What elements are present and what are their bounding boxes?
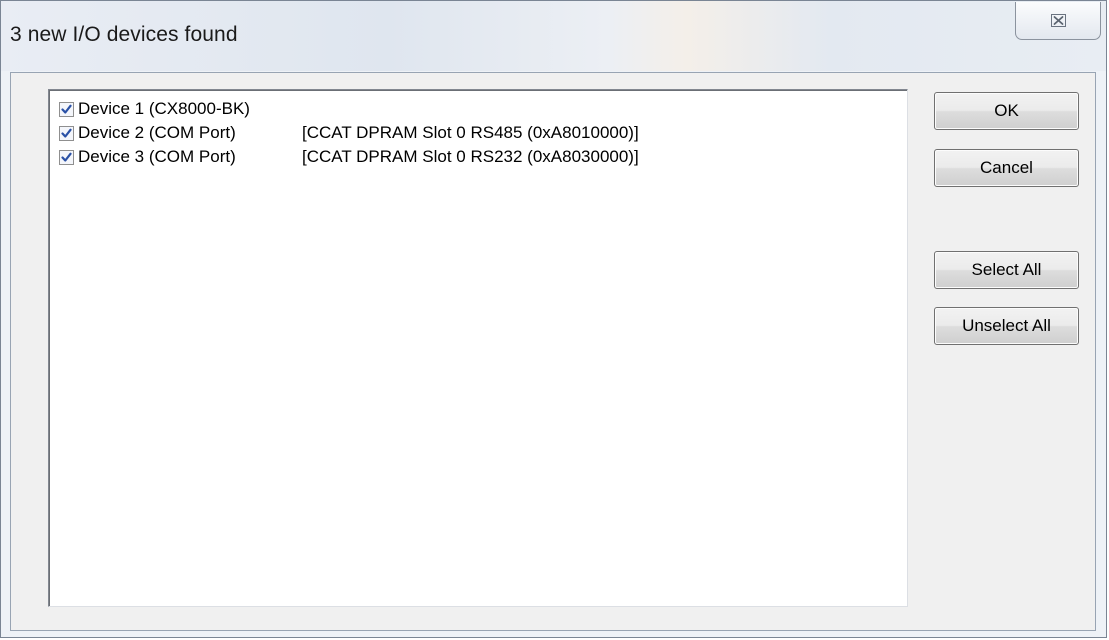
ok-button[interactable]: OK	[934, 92, 1079, 130]
title-bar[interactable]: 3 new I/O devices found	[1, 1, 1106, 71]
checkmark-icon	[61, 128, 72, 138]
device-2-name: Device 2 (COM Port)	[78, 123, 236, 142]
select-all-button[interactable]: Select All	[934, 251, 1079, 289]
list-item-device-3[interactable]: Device 3 (COM Port) [CCAT DPRAM Slot 0 R…	[59, 145, 639, 169]
dialog-window: 3 new I/O devices found Device 1 (CX8000…	[0, 0, 1107, 638]
unselect-all-button[interactable]: Unselect All	[934, 307, 1079, 345]
device-2-detail: [CCAT DPRAM Slot 0 RS485 (0xA8010000)]	[302, 123, 639, 142]
cancel-button[interactable]: Cancel	[934, 149, 1079, 187]
checkmark-icon	[61, 152, 72, 162]
close-button[interactable]	[1015, 2, 1101, 40]
dialog-client-area: Device 1 (CX8000-BK) Device 2 (COM Port)…	[10, 72, 1096, 631]
list-item-device-1[interactable]: Device 1 (CX8000-BK)	[59, 97, 250, 121]
device-2-checkbox[interactable]	[59, 125, 74, 141]
device-1-checkbox[interactable]	[59, 101, 74, 117]
list-item-device-2[interactable]: Device 2 (COM Port) [CCAT DPRAM Slot 0 R…	[59, 121, 639, 145]
checkmark-icon	[61, 104, 72, 114]
close-icon	[1050, 14, 1066, 27]
device-3-checkbox[interactable]	[59, 149, 74, 165]
device-1-name: Device 1 (CX8000-BK)	[78, 99, 250, 118]
device-3-name: Device 3 (COM Port)	[78, 147, 236, 166]
window-title: 3 new I/O devices found	[10, 23, 238, 46]
device-list[interactable]: Device 1 (CX8000-BK) Device 2 (COM Port)…	[48, 89, 908, 607]
device-3-detail: [CCAT DPRAM Slot 0 RS232 (0xA8030000)]	[302, 147, 639, 166]
